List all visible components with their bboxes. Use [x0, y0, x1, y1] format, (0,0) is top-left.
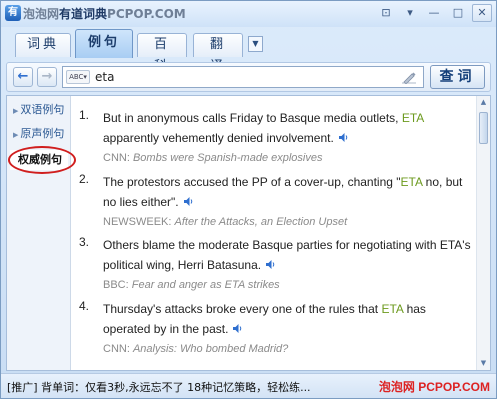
sidebar-item-original-audio[interactable]: ▶ 原声例句	[10, 124, 68, 144]
example-sentence: But in anonymous calls Friday to Basque …	[103, 108, 471, 148]
toolbar: ← → ABC▾ 查词	[6, 62, 491, 92]
title-bar: 有 泡泡网有道词典PCPOP.COM ⊡ ▾ — □ ✕	[1, 1, 496, 27]
item-number: 2.	[79, 172, 90, 186]
example-source: NEWSWEEK: After the Attacks, an Election…	[103, 216, 347, 228]
sidebar-item-label: 双语例句	[20, 103, 65, 116]
sentence-text: The protestors accused the PP of a cover…	[103, 175, 401, 189]
maximize-button[interactable]: □	[448, 4, 468, 22]
abc-input-mode-icon[interactable]: ABC▾	[66, 70, 90, 84]
back-arrow-icon[interactable]: ←	[13, 67, 33, 87]
source-title: Analysis: Who bombed Madrid?	[132, 343, 289, 355]
tab-dictionary[interactable]: 词典	[15, 33, 71, 57]
sidebar-item-bilingual[interactable]: ▶ 双语例句	[10, 100, 68, 120]
window-title: 有道词典	[59, 7, 108, 21]
expand-arrow-icon: ▶	[13, 131, 19, 139]
brand-prefix: 泡泡网	[378, 380, 415, 394]
speaker-icon[interactable]	[338, 132, 350, 143]
abc-label: ABC	[69, 73, 84, 81]
promo-link[interactable]: [推广] 背单词：仅看3秒,永远忘不了 18种记忆策略，轻松练...	[7, 379, 311, 395]
window-controls: ⊡ ▾ — □ ✕	[376, 4, 492, 22]
handwriting-pen-icon[interactable]	[401, 70, 417, 84]
example-source: CNN: Bombs were Spanish-made explosives	[103, 152, 323, 164]
speaker-icon[interactable]	[183, 196, 195, 207]
example-source: CNN: Analysis: Who bombed Madrid?	[103, 343, 288, 355]
content-panel: ▶ 双语例句 ▶ 原声例句 权威例句 1. But in anonymous cal…	[6, 95, 491, 371]
tab-translate[interactable]: 翻译	[193, 33, 243, 74]
sidebar-item-label: 原声例句	[20, 127, 65, 140]
minimize-button[interactable]: —	[424, 4, 444, 22]
title-watermark: 泡泡网有道词典PCPOP.COM	[23, 5, 186, 22]
brand-suffix: PCPOP.COM	[418, 380, 490, 394]
scroll-up-icon[interactable]: ▲	[478, 97, 489, 108]
app-window: 有 泡泡网有道词典PCPOP.COM ⊡ ▾ — □ ✕ 词典 例句 百科 翻译…	[0, 0, 497, 399]
highlight-ring	[8, 146, 76, 174]
example-sentence: Thursday's attacks broke every one of th…	[103, 299, 471, 339]
more-tabs-button[interactable]: ▼	[248, 36, 263, 52]
tab-bar: 词典 例句 百科 翻译 ▼	[1, 27, 496, 74]
sentence-text: apparently vehemently denied involvement…	[103, 131, 334, 145]
mini-mode-button[interactable]: ⊡	[376, 4, 396, 22]
example-source: BBC: Fear and anger as ETA strikes	[103, 279, 280, 291]
speaker-icon[interactable]	[265, 259, 277, 270]
keyword-highlight: ETA	[401, 111, 424, 125]
query-button[interactable]: 查词	[430, 65, 485, 89]
source-name: BBC:	[103, 279, 132, 291]
example-sentence: Others blame the moderate Basque parties…	[103, 235, 471, 275]
sentence-text: Thursday's attacks broke every one of th…	[103, 302, 382, 316]
app-logo-icon: 有	[5, 5, 21, 21]
sentence-text: But in anonymous calls Friday to Basque …	[103, 111, 402, 125]
keyword-highlight: ETA	[400, 175, 423, 189]
vertical-scrollbar[interactable]: ▲ ▼	[476, 96, 490, 370]
expand-arrow-icon: ▶	[13, 107, 19, 115]
sidebar: ▶ 双语例句 ▶ 原声例句 权威例句	[7, 96, 71, 370]
menu-button[interactable]: ▾	[400, 4, 420, 22]
source-name: CNN:	[103, 152, 133, 164]
tab-examples[interactable]: 例句	[75, 29, 133, 58]
item-number: 4.	[79, 299, 90, 313]
speaker-icon[interactable]	[232, 323, 244, 334]
scroll-thumb[interactable]	[479, 112, 488, 144]
source-title: After the Attacks, an Election Upset	[174, 216, 348, 228]
source-name: CNN:	[103, 343, 133, 355]
watermark-suffix: PCPOP.COM	[107, 7, 186, 21]
search-input[interactable]	[95, 69, 385, 85]
status-bar: [推广] 背单词：仅看3秒,永远忘不了 18种记忆策略，轻松练... 泡泡网 P…	[1, 373, 496, 398]
source-title: Fear and anger as ETA strikes	[131, 279, 280, 291]
keyword-highlight: ETA	[381, 302, 404, 316]
scroll-down-icon[interactable]: ▼	[478, 358, 489, 369]
close-button[interactable]: ✕	[472, 4, 492, 22]
brand-watermark: 泡泡网 PCPOP.COM	[379, 378, 490, 395]
item-number: 3.	[79, 235, 90, 249]
source-name: NEWSWEEK:	[103, 216, 175, 228]
tab-encyclopedia[interactable]: 百科	[137, 33, 187, 74]
source-title: Bombs were Spanish-made explosives	[132, 152, 323, 164]
search-box: ABC▾	[62, 66, 424, 88]
watermark-prefix: 泡泡网	[23, 7, 60, 21]
item-number: 1.	[79, 108, 90, 122]
example-sentence: The protestors accused the PP of a cover…	[103, 172, 471, 212]
forward-arrow-icon[interactable]: →	[37, 67, 57, 87]
sentence-text: Others blame the moderate Basque parties…	[103, 238, 471, 272]
